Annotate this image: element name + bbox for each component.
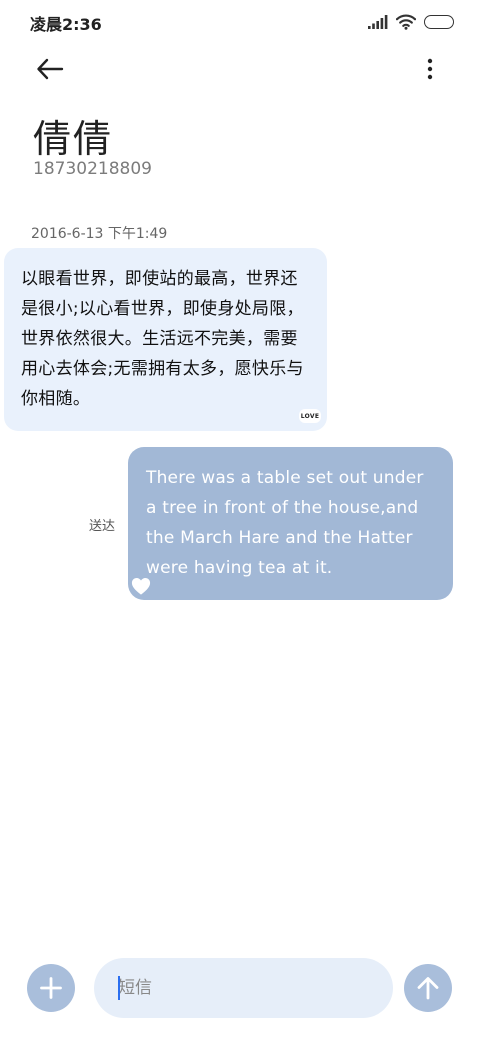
heart-icon [131,578,151,595]
battery-icon [424,15,454,29]
love-sticker: LOVE [299,409,321,423]
text-cursor [118,976,120,1000]
wifi-icon [396,14,416,30]
more-options-button[interactable] [412,52,448,86]
message-timestamp: 2016-6-13 下午1:49 [31,226,168,242]
back-button[interactable] [30,52,70,86]
delivery-status: 送达 [89,519,116,534]
add-attachment-button[interactable] [27,964,75,1012]
incoming-message-text: 以眼看世界，即使站的最高，世界还是很小;以心看世界，即使身处局限，世界依然很大。… [21,269,304,409]
send-arrow-icon [417,977,439,1000]
outgoing-message-bubble[interactable]: There was a table set out under a tree i… [128,447,453,600]
contact-number: 18730218809 [33,159,152,179]
status-time: 凌晨2:36 [30,15,102,34]
message-input-container[interactable] [94,958,393,1018]
back-arrow-icon [37,58,64,80]
more-vertical-icon [427,58,433,80]
status-bar: 凌晨2:36 [0,0,480,44]
signal-icon [368,15,388,29]
conversation-screen: 凌晨2:36 倩倩 18730218809 2016-6-13 下午1:49 以… [0,0,480,1040]
outgoing-message-text: There was a table set out under a tree i… [146,468,424,578]
status-icons [368,12,454,32]
contact-name: 倩倩 [33,117,114,161]
message-input[interactable] [118,972,368,1004]
plus-icon [40,977,62,999]
incoming-message-bubble[interactable]: 以眼看世界，即使站的最高，世界还是很小;以心看世界，即使身处局限，世界依然很大。… [4,248,327,431]
send-button[interactable] [404,964,452,1012]
